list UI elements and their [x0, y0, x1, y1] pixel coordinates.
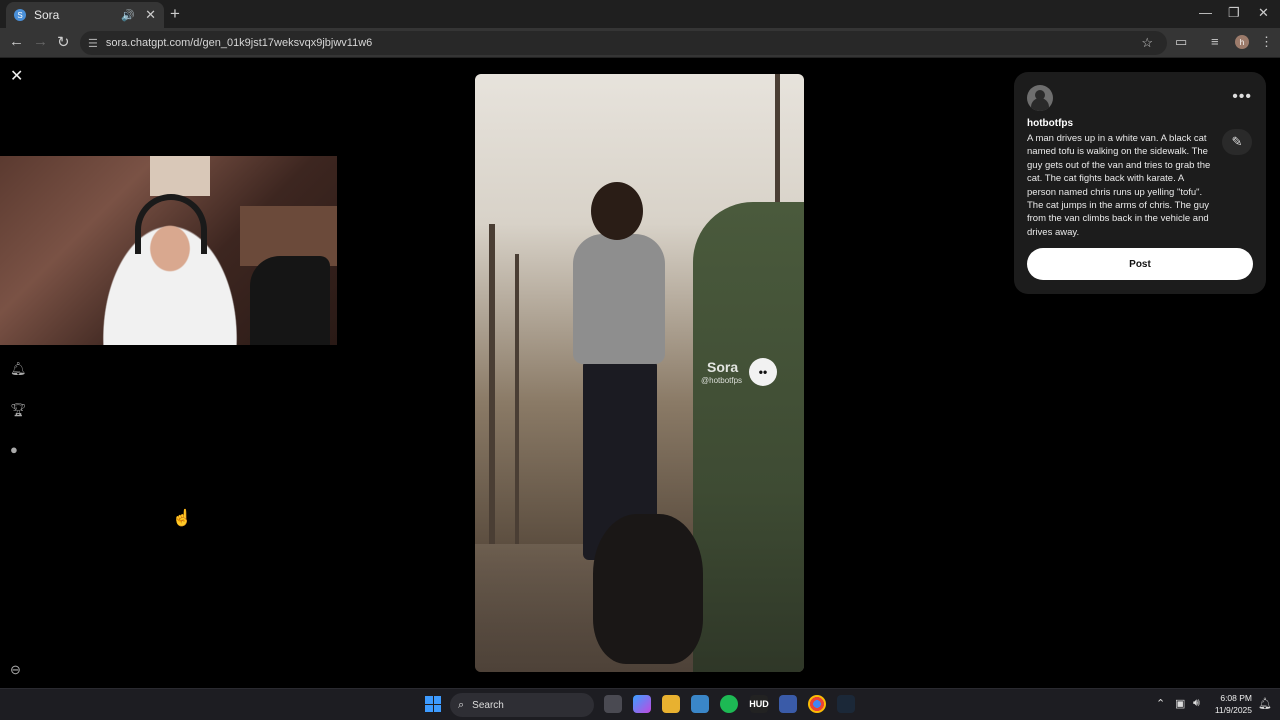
- window-close-icon[interactable]: ✕: [1258, 5, 1269, 21]
- minimize-icon[interactable]: —: [1199, 5, 1212, 20]
- copilot-icon[interactable]: [633, 695, 651, 713]
- tray-chevron-icon[interactable]: ⌃: [1156, 697, 1165, 710]
- system-clock[interactable]: 6:08 PM 11/9/2025: [1212, 692, 1252, 716]
- new-tab-icon[interactable]: +: [170, 4, 180, 24]
- details-panel: ••• hotbotfps A man drives up in a white…: [1014, 72, 1266, 294]
- tab-strip: S Sora 🔊 ✕ + — ❐ ✕: [0, 0, 1280, 28]
- speaker-icon[interactable]: 🔊: [121, 9, 135, 22]
- post-button[interactable]: Post: [1027, 248, 1253, 280]
- sora-page: ✕ 🔔︎ 🏆︎ ● ⊖ Sora @hotbotfps •• ••• hotbo…: [0, 58, 1280, 688]
- taskbar-search[interactable]: ⌕ Search: [450, 693, 594, 717]
- sora-favicon-icon: S: [14, 9, 26, 21]
- sora-watermark: Sora: [707, 359, 739, 375]
- trophy-icon[interactable]: 🏆︎: [10, 402, 27, 418]
- media-control-icon[interactable]: ≡: [1211, 34, 1219, 49]
- hud-fx-icon[interactable]: HUD: [749, 695, 769, 713]
- volume-icon[interactable]: 🔊︎: [1193, 697, 1200, 710]
- task-view-icon[interactable]: [604, 695, 622, 713]
- network-icon[interactable]: ▣: [1175, 697, 1185, 710]
- search-icon: ⌕: [458, 698, 465, 711]
- folder-icon[interactable]: [662, 695, 680, 713]
- edit-pencil-icon[interactable]: ✎: [1222, 129, 1252, 155]
- bell-icon[interactable]: 🔔︎: [10, 361, 27, 377]
- hand-cursor-icon: ☝: [172, 510, 192, 527]
- avatar-icon[interactable]: ●: [10, 442, 18, 457]
- webcam-chair: [250, 256, 330, 345]
- spotify-icon[interactable]: [720, 695, 738, 713]
- clock-time: 6:08 PM: [1220, 693, 1252, 703]
- taskbar: ⌕ Search HUD ⌃ ▣ 🔊︎ 6:08 PM 11/9/2025 🔔︎: [0, 688, 1280, 720]
- back-icon[interactable]: ←: [9, 33, 24, 50]
- url-text: sora.chatgpt.com/d/gen_01k9jst17weksvqx9…: [105, 37, 373, 49]
- webcam-overlay: [0, 156, 337, 345]
- browser-toolbar: ← → ↻ ☰ sora.chatgpt.com/d/gen_01k9jst17…: [0, 28, 1280, 58]
- restore-icon[interactable]: ❐: [1228, 5, 1240, 21]
- user-avatar[interactable]: [1027, 85, 1053, 111]
- tab-title: Sora: [34, 8, 60, 22]
- sora-logo-icon: ••: [749, 358, 777, 386]
- app-icon[interactable]: [779, 695, 797, 713]
- chrome-icon[interactable]: [808, 695, 826, 713]
- search-label: Search: [472, 699, 504, 711]
- menu-icon[interactable]: ⋮: [1260, 34, 1273, 50]
- more-options-icon[interactable]: •••: [1232, 88, 1252, 106]
- tree-trunk: [515, 254, 519, 544]
- runner-body: [573, 234, 665, 364]
- address-bar[interactable]: ☰ sora.chatgpt.com/d/gen_01k9jst17weksvq…: [80, 31, 1167, 55]
- profile-avatar[interactable]: h: [1235, 35, 1249, 49]
- circle-minus-icon[interactable]: ⊖: [10, 662, 21, 678]
- cast-icon[interactable]: ▭: [1175, 34, 1187, 50]
- watermark-handle: @hotbotfps: [701, 376, 743, 385]
- tree-trunk: [489, 224, 495, 544]
- close-icon[interactable]: ✕: [10, 66, 23, 86]
- reload-icon[interactable]: ↻: [57, 33, 70, 51]
- steam-icon[interactable]: [837, 695, 855, 713]
- windows-start-icon[interactable]: [425, 696, 441, 712]
- clock-date: 11/9/2025: [1214, 705, 1252, 715]
- prompt-text: A man drives up in a white van. A black …: [1027, 133, 1211, 238]
- notification-icon[interactable]: 🔔︎: [1258, 697, 1272, 710]
- man-figure: [693, 202, 804, 672]
- bookmark-star-icon[interactable]: ☆: [1141, 35, 1153, 51]
- webcam-window: [150, 156, 210, 196]
- black-cat: [593, 514, 703, 664]
- tab-sora[interactable]: S Sora 🔊 ✕: [6, 2, 164, 28]
- video-player[interactable]: Sora @hotbotfps ••: [475, 74, 804, 672]
- notepad-icon[interactable]: [691, 695, 709, 713]
- runner-head: [591, 182, 643, 240]
- site-info-icon[interactable]: ☰: [88, 37, 98, 50]
- tab-close-icon[interactable]: ✕: [145, 7, 156, 23]
- username[interactable]: hotbotfps: [1027, 118, 1073, 129]
- forward-icon[interactable]: →: [33, 33, 48, 50]
